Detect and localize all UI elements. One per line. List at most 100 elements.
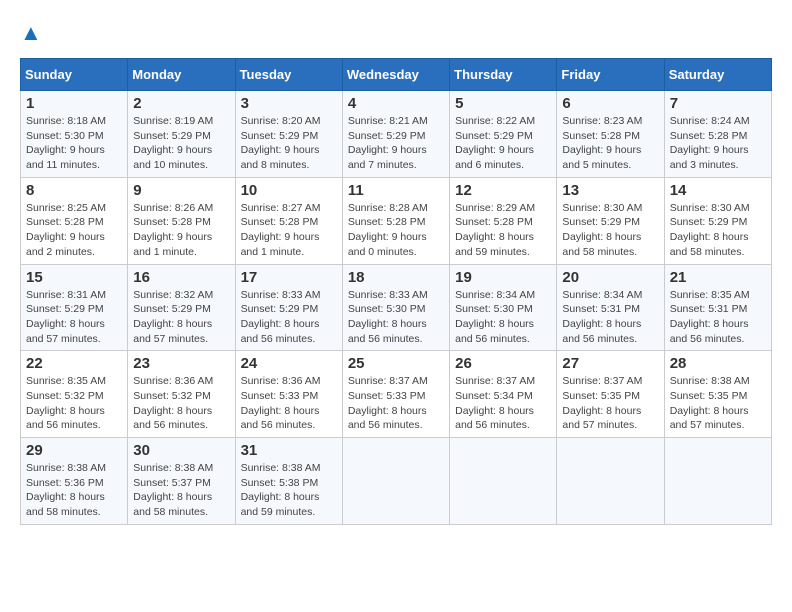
header-cell-sunday: Sunday xyxy=(21,59,128,91)
logo-icon: ▲ xyxy=(20,20,48,48)
day-number: 29 xyxy=(26,442,122,459)
header-cell-thursday: Thursday xyxy=(450,59,557,91)
calendar-cell: 4 Sunrise: 8:21 AM Sunset: 5:29 PM Daylig… xyxy=(342,91,449,178)
calendar-cell: 17Sunrise: 8:33 AM Sunset: 5:29 PM Dayli… xyxy=(235,264,342,351)
day-info: Sunrise: 8:18 AM Sunset: 5:30 PM Dayligh… xyxy=(26,114,122,173)
day-info: Sunrise: 8:23 AM Sunset: 5:28 PM Dayligh… xyxy=(562,114,658,173)
day-number: 7 xyxy=(670,95,766,112)
day-info: Sunrise: 8:33 AM Sunset: 5:29 PM Dayligh… xyxy=(241,288,337,347)
day-info: Sunrise: 8:31 AM Sunset: 5:29 PM Dayligh… xyxy=(26,288,122,347)
calendar-cell: 3Sunrise: 8:20 AM Sunset: 5:29 PM Daylig… xyxy=(235,91,342,178)
day-info: Sunrise: 8:30 AM Sunset: 5:29 PM Dayligh… xyxy=(562,201,658,260)
calendar-cell: 29 Sunrise: 8:38 AM Sunset: 5:36 PM Dayli… xyxy=(21,438,128,525)
day-number: 11 xyxy=(348,182,444,199)
header-cell-wednesday: Wednesday xyxy=(342,59,449,91)
day-info: Sunrise: 8:25 AM Sunset: 5:28 PM Dayligh… xyxy=(26,201,122,260)
day-info: Sunrise: 8:34 AM Sunset: 5:31 PM Dayligh… xyxy=(562,288,658,347)
day-number: 24 xyxy=(241,355,337,372)
day-number: 22 xyxy=(26,355,122,372)
calendar-body: 1 Sunrise: 8:18 AM Sunset: 5:30 PM Daylig… xyxy=(21,91,772,525)
day-info: Sunrise: 8:21 AM Sunset: 5:29 PM Dayligh… xyxy=(348,114,444,173)
calendar-cell xyxy=(557,438,664,525)
day-number: 25 xyxy=(348,355,444,372)
day-number: 1 xyxy=(26,95,122,112)
page-header: ▲ xyxy=(20,20,772,48)
calendar-cell: 23 Sunrise: 8:36 AM Sunset: 5:32 PM Dayli… xyxy=(128,351,235,438)
calendar-cell xyxy=(450,438,557,525)
day-number: 28 xyxy=(670,355,766,372)
calendar-cell: 8 Sunrise: 8:25 AM Sunset: 5:28 PM Daylig… xyxy=(21,177,128,264)
day-info: Sunrise: 8:27 AM Sunset: 5:28 PM Dayligh… xyxy=(241,201,337,260)
calendar-cell: 24 Sunrise: 8:36 AM Sunset: 5:33 PM Dayli… xyxy=(235,351,342,438)
calendar-header: SundayMondayTuesdayWednesdayThursdayFrid… xyxy=(21,59,772,91)
day-number: 5 xyxy=(455,95,551,112)
day-info: Sunrise: 8:20 AM Sunset: 5:29 PM Dayligh… xyxy=(241,114,337,173)
calendar-cell: 30 Sunrise: 8:38 AM Sunset: 5:37 PM Dayli… xyxy=(128,438,235,525)
day-info: Sunrise: 8:26 AM Sunset: 5:28 PM Dayligh… xyxy=(133,201,229,260)
day-number: 8 xyxy=(26,182,122,199)
calendar-cell: 22 Sunrise: 8:35 AM Sunset: 5:32 PM Dayli… xyxy=(21,351,128,438)
day-info: Sunrise: 8:38 AM Sunset: 5:38 PM Dayligh… xyxy=(241,461,337,520)
day-number: 19 xyxy=(455,269,551,286)
day-info: Sunrise: 8:33 AM Sunset: 5:30 PM Dayligh… xyxy=(348,288,444,347)
calendar-cell: 19Sunrise: 8:34 AM Sunset: 5:30 PM Dayli… xyxy=(450,264,557,351)
day-number: 30 xyxy=(133,442,229,459)
day-info: Sunrise: 8:30 AM Sunset: 5:29 PM Dayligh… xyxy=(670,201,766,260)
day-info: Sunrise: 8:28 AM Sunset: 5:28 PM Dayligh… xyxy=(348,201,444,260)
calendar-cell: 7 Sunrise: 8:24 AM Sunset: 5:28 PM Daylig… xyxy=(664,91,771,178)
day-info: Sunrise: 8:38 AM Sunset: 5:35 PM Dayligh… xyxy=(670,374,766,433)
calendar-cell: 16 Sunrise: 8:32 AM Sunset: 5:29 PM Dayli… xyxy=(128,264,235,351)
day-info: Sunrise: 8:36 AM Sunset: 5:33 PM Dayligh… xyxy=(241,374,337,433)
day-number: 26 xyxy=(455,355,551,372)
calendar-cell: 21 Sunrise: 8:35 AM Sunset: 5:31 PM Dayli… xyxy=(664,264,771,351)
calendar-table: SundayMondayTuesdayWednesdayThursdayFrid… xyxy=(20,58,772,525)
week-row-4: 22 Sunrise: 8:35 AM Sunset: 5:32 PM Dayli… xyxy=(21,351,772,438)
calendar-cell: 28 Sunrise: 8:38 AM Sunset: 5:35 PM Dayli… xyxy=(664,351,771,438)
week-row-2: 8 Sunrise: 8:25 AM Sunset: 5:28 PM Daylig… xyxy=(21,177,772,264)
day-info: Sunrise: 8:37 AM Sunset: 5:35 PM Dayligh… xyxy=(562,374,658,433)
calendar-cell: 9 Sunrise: 8:26 AM Sunset: 5:28 PM Daylig… xyxy=(128,177,235,264)
week-row-3: 15Sunrise: 8:31 AM Sunset: 5:29 PM Dayli… xyxy=(21,264,772,351)
svg-text:▲: ▲ xyxy=(20,20,42,45)
day-info: Sunrise: 8:22 AM Sunset: 5:29 PM Dayligh… xyxy=(455,114,551,173)
week-row-1: 1 Sunrise: 8:18 AM Sunset: 5:30 PM Daylig… xyxy=(21,91,772,178)
calendar-cell: 20 Sunrise: 8:34 AM Sunset: 5:31 PM Dayli… xyxy=(557,264,664,351)
day-number: 4 xyxy=(348,95,444,112)
calendar-cell: 25 Sunrise: 8:37 AM Sunset: 5:33 PM Dayli… xyxy=(342,351,449,438)
day-info: Sunrise: 8:32 AM Sunset: 5:29 PM Dayligh… xyxy=(133,288,229,347)
calendar-cell xyxy=(342,438,449,525)
calendar-cell: 14 Sunrise: 8:30 AM Sunset: 5:29 PM Dayli… xyxy=(664,177,771,264)
calendar-cell: 11 Sunrise: 8:28 AM Sunset: 5:28 PM Dayli… xyxy=(342,177,449,264)
day-number: 16 xyxy=(133,269,229,286)
logo: ▲ xyxy=(20,20,52,48)
day-number: 21 xyxy=(670,269,766,286)
day-info: Sunrise: 8:36 AM Sunset: 5:32 PM Dayligh… xyxy=(133,374,229,433)
day-number: 18 xyxy=(348,269,444,286)
week-row-5: 29 Sunrise: 8:38 AM Sunset: 5:36 PM Dayli… xyxy=(21,438,772,525)
day-info: Sunrise: 8:38 AM Sunset: 5:37 PM Dayligh… xyxy=(133,461,229,520)
day-number: 12 xyxy=(455,182,551,199)
day-number: 20 xyxy=(562,269,658,286)
day-number: 13 xyxy=(562,182,658,199)
header-row: SundayMondayTuesdayWednesdayThursdayFrid… xyxy=(21,59,772,91)
calendar-cell: 31Sunrise: 8:38 AM Sunset: 5:38 PM Dayli… xyxy=(235,438,342,525)
day-number: 10 xyxy=(241,182,337,199)
header-cell-tuesday: Tuesday xyxy=(235,59,342,91)
header-cell-friday: Friday xyxy=(557,59,664,91)
header-cell-saturday: Saturday xyxy=(664,59,771,91)
day-number: 23 xyxy=(133,355,229,372)
day-number: 9 xyxy=(133,182,229,199)
calendar-cell: 12 Sunrise: 8:29 AM Sunset: 5:28 PM Dayli… xyxy=(450,177,557,264)
day-info: Sunrise: 8:35 AM Sunset: 5:32 PM Dayligh… xyxy=(26,374,122,433)
day-info: Sunrise: 8:37 AM Sunset: 5:33 PM Dayligh… xyxy=(348,374,444,433)
calendar-cell: 1 Sunrise: 8:18 AM Sunset: 5:30 PM Daylig… xyxy=(21,91,128,178)
day-info: Sunrise: 8:35 AM Sunset: 5:31 PM Dayligh… xyxy=(670,288,766,347)
day-info: Sunrise: 8:37 AM Sunset: 5:34 PM Dayligh… xyxy=(455,374,551,433)
day-number: 14 xyxy=(670,182,766,199)
day-info: Sunrise: 8:29 AM Sunset: 5:28 PM Dayligh… xyxy=(455,201,551,260)
day-info: Sunrise: 8:19 AM Sunset: 5:29 PM Dayligh… xyxy=(133,114,229,173)
calendar-cell xyxy=(664,438,771,525)
day-info: Sunrise: 8:24 AM Sunset: 5:28 PM Dayligh… xyxy=(670,114,766,173)
day-info: Sunrise: 8:38 AM Sunset: 5:36 PM Dayligh… xyxy=(26,461,122,520)
calendar-cell: 10 Sunrise: 8:27 AM Sunset: 5:28 PM Dayli… xyxy=(235,177,342,264)
